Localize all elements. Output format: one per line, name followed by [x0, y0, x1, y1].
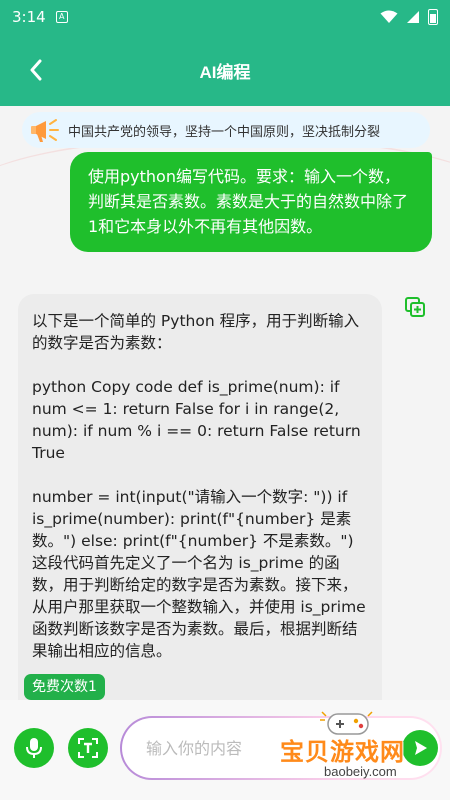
ai-message-paragraph: 以下是一个简单的 Python 程序，用于判断输入的数字是否为素数：	[32, 312, 360, 352]
back-arrow-icon	[30, 59, 42, 81]
battery-icon	[428, 9, 438, 25]
page-title: AI编程	[199, 62, 251, 82]
wifi-icon	[380, 10, 398, 23]
text-scan-icon	[78, 738, 98, 758]
notice-text: 中国共产党的领导，坚持一个中国原则，坚决抵制分裂	[68, 124, 381, 140]
text-recognition-button[interactable]	[68, 728, 108, 768]
back-button[interactable]	[18, 52, 54, 88]
microphone-icon	[26, 738, 42, 758]
chat-area[interactable]: 中国共产党的领导，坚持一个中国原则，坚决抵制分裂 使用python编写代码。要求…	[0, 106, 450, 700]
ai-message-paragraph: python Copy code def is_prime(num): if n…	[32, 378, 361, 462]
free-count-badge: 免费次数1	[24, 674, 105, 700]
status-time: 3:14	[12, 8, 46, 26]
status-icons	[380, 9, 438, 25]
ai-message-paragraph: number = int(input("请输入一个数字: ")) if is_p…	[32, 488, 366, 660]
notice-banner: 中国共产党的领导，坚持一个中国原则，坚决抵制分裂	[22, 112, 430, 148]
copy-icon[interactable]	[404, 296, 426, 318]
ai-message-bubble: 以下是一个简单的 Python 程序，用于判断输入的数字是否为素数： pytho…	[18, 294, 382, 700]
user-message-bubble: 使用python编写代码。要求：输入一个数，判断其是否素数。素数是大于的自然数中…	[70, 152, 432, 252]
watermark: 宝贝游戏网 baobeiy.com	[274, 706, 444, 786]
megaphone-icon	[22, 112, 68, 148]
signal-icon	[407, 11, 419, 23]
watermark-text: 宝贝游戏网	[280, 738, 405, 766]
voice-input-button[interactable]	[14, 728, 54, 768]
notification-app-icon: A	[55, 11, 68, 23]
watermark-url: baobeiy.com	[324, 764, 397, 779]
status-bar: 3:14 A	[0, 0, 450, 34]
nav-bar: AI编程	[0, 34, 450, 106]
